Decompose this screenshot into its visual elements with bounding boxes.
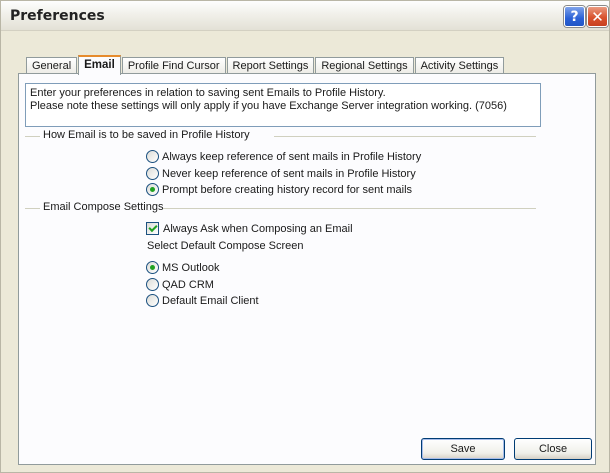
- help-button[interactable]: ?: [564, 6, 585, 27]
- radio-button[interactable]: [146, 183, 159, 196]
- radio-label: Default Email Client: [162, 294, 259, 307]
- group-divider: [163, 208, 536, 209]
- email-tab-panel: Enter your preferences in relation to sa…: [18, 73, 596, 465]
- radio-ms-outlook[interactable]: MS Outlook: [146, 261, 219, 274]
- info-line-1: Enter your preferences in relation to sa…: [30, 87, 386, 99]
- radio-label: Prompt before creating history record fo…: [162, 183, 413, 196]
- radio-button[interactable]: [146, 294, 159, 307]
- save-button[interactable]: Save: [421, 438, 505, 460]
- tab-profile-find-cursor[interactable]: Profile Find Cursor: [121, 57, 226, 74]
- title-bar[interactable]: Preferences ? ✕: [1, 1, 609, 31]
- close-window-button[interactable]: ✕: [587, 6, 608, 27]
- always-ask-checkbox-row[interactable]: Always Ask when Composing an Email: [146, 222, 353, 235]
- radio-qad-crm[interactable]: QAD CRM: [146, 278, 214, 291]
- always-ask-checkbox[interactable]: [146, 222, 159, 235]
- info-text-box[interactable]: Enter your preferences in relation to sa…: [25, 83, 541, 127]
- group-divider: [274, 136, 536, 137]
- radio-default-email-client[interactable]: Default Email Client: [146, 294, 259, 307]
- radio-label: MS Outlook: [162, 261, 220, 274]
- tab-strip: General Email Profile Find Cursor Report…: [26, 55, 505, 75]
- help-icon: ?: [570, 8, 579, 25]
- radio-button[interactable]: [146, 278, 159, 291]
- tab-regional-settings[interactable]: Regional Settings: [315, 57, 414, 74]
- group-divider: [25, 136, 40, 137]
- info-line-2: Please note these settings will only app…: [30, 100, 507, 112]
- radio-label: Always keep reference of sent mails in P…: [162, 150, 422, 163]
- close-icon: ✕: [591, 7, 604, 26]
- tab-activity-settings[interactable]: Activity Settings: [414, 57, 505, 74]
- history-group-label: How Email is to be saved in Profile Hist…: [43, 129, 250, 141]
- radio-label: Never keep reference of sent mails in Pr…: [162, 167, 416, 180]
- tab-report-settings[interactable]: Report Settings: [226, 57, 315, 74]
- radio-label: QAD CRM: [162, 278, 214, 291]
- checkbox-label: Always Ask when Composing an Email: [163, 222, 353, 235]
- preferences-window: Preferences ? ✕ General Email Profile Fi…: [0, 0, 610, 473]
- window-title: Preferences: [10, 8, 105, 24]
- radio-prompt-before[interactable]: Prompt before creating history record fo…: [146, 183, 412, 196]
- radio-button[interactable]: [146, 261, 159, 274]
- radio-button[interactable]: [146, 150, 159, 163]
- compose-group-label: Email Compose Settings: [43, 201, 164, 213]
- tab-general[interactable]: General: [26, 57, 78, 74]
- group-divider: [25, 208, 40, 209]
- radio-never-keep[interactable]: Never keep reference of sent mails in Pr…: [146, 167, 416, 180]
- radio-always-keep[interactable]: Always keep reference of sent mails in P…: [146, 150, 421, 163]
- select-compose-label: Select Default Compose Screen: [147, 240, 304, 252]
- close-button[interactable]: Close: [514, 438, 592, 460]
- radio-button[interactable]: [146, 167, 159, 180]
- tab-email[interactable]: Email: [78, 55, 121, 75]
